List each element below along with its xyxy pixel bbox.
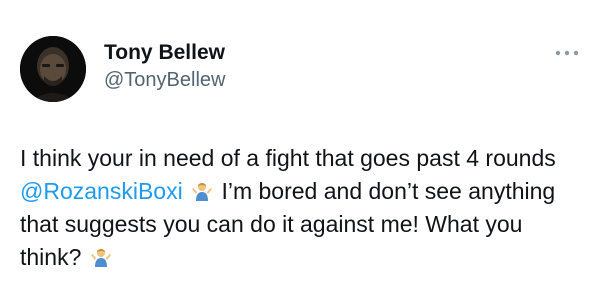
person-shrugging-emoji-icon: [90, 246, 112, 268]
author-handle[interactable]: @TonyBellew: [104, 67, 225, 93]
more-options-button[interactable]: [554, 46, 580, 58]
tweet-body: I think your in need of a fight that goe…: [20, 142, 586, 274]
author-avatar[interactable]: [20, 36, 86, 102]
mention-link[interactable]: @RozanskiBoxi: [20, 178, 183, 204]
tweet-text-part1: I think your in need of a fight that goe…: [20, 145, 556, 171]
ellipsis-icon: [555, 50, 579, 56]
profile-photo-icon: [20, 36, 86, 102]
tweet-card: Tony Bellew @TonyBellew I think your in …: [0, 0, 600, 307]
author-info: Tony Bellew @TonyBellew: [104, 40, 225, 93]
author-display-name[interactable]: Tony Bellew: [104, 40, 225, 65]
person-shrugging-emoji-icon: [191, 180, 213, 202]
